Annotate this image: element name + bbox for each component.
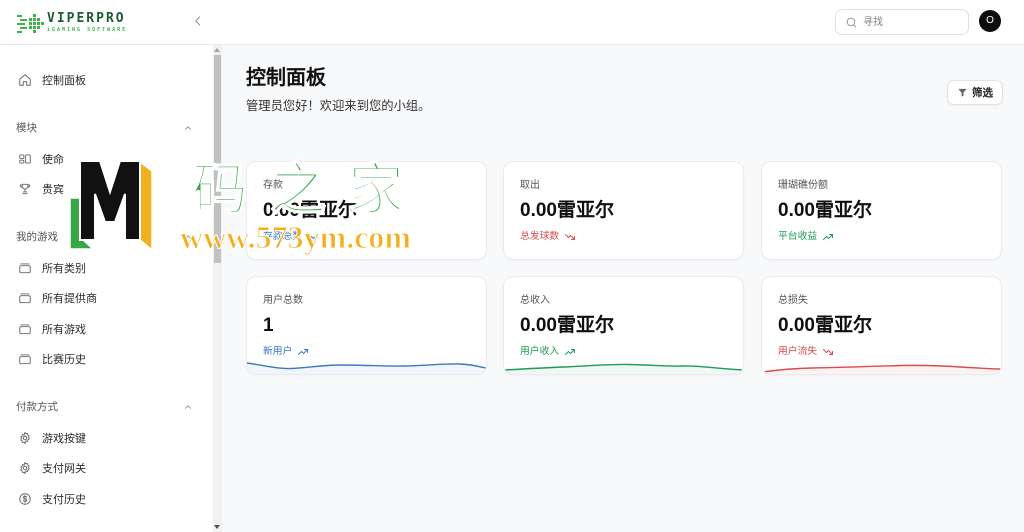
- sidebar-item-payment-gateways[interactable]: 支付网关: [0, 453, 213, 484]
- stat-caption: 总发球数: [520, 230, 576, 244]
- section-title: 付款方式: [16, 401, 58, 413]
- brand-tagline: iGAMING SOFTWARE: [47, 27, 128, 33]
- sidebar-item-payment-history[interactable]: 支付历史: [0, 484, 213, 515]
- stack-icon: [19, 354, 31, 365]
- stack-icon: [19, 293, 31, 304]
- stat-card-total-users: 用户总数 1 新用户: [246, 276, 487, 375]
- chevron-left-icon[interactable]: [191, 14, 205, 28]
- trending-up-icon: [308, 234, 319, 240]
- stat-value: 0.00雷亚尔: [520, 200, 614, 221]
- stack-icon: [19, 324, 31, 334]
- stat-value: 1: [263, 315, 274, 336]
- sidebar-item-label: 所有游戏: [42, 323, 86, 336]
- section-title: 我的游戏: [16, 231, 58, 243]
- sidebar-item-label: 支付网关: [42, 463, 86, 476]
- sidebar-item-label: 所有提供商: [42, 293, 97, 306]
- section-title: 模块: [16, 122, 37, 134]
- sidebar-item-all-providers[interactable]: 所有提供商: [0, 283, 213, 314]
- funnel-icon: [958, 88, 967, 97]
- sidebar-item-all-categories[interactable]: 所有类别: [0, 253, 213, 284]
- stat-caption: 存款总数: [263, 230, 319, 244]
- missions-icon: [19, 154, 31, 164]
- gear-icon: [20, 462, 30, 475]
- gear-icon: [20, 431, 30, 444]
- stat-caption: 平台收益: [778, 230, 834, 244]
- stat-value: 0.00雷亚尔: [778, 200, 872, 221]
- stat-caption-text: 存款总数: [263, 231, 303, 242]
- sidebar-item-missions[interactable]: 使命: [0, 144, 213, 175]
- stat-caption-text: 总发球数: [520, 231, 560, 242]
- sidebar-item-label: 支付历史: [42, 493, 86, 506]
- scroll-down-arrow[interactable]: [214, 525, 220, 529]
- chevron-up-icon[interactable]: [183, 123, 193, 133]
- stat-card-total-loss: 总损失 0.00雷亚尔 用户流失: [761, 276, 1002, 375]
- sidebar-item-game-keys[interactable]: 游戏按键: [0, 423, 213, 454]
- dollar-circle-icon: [19, 493, 31, 505]
- top-bar: VIPERPRO iGAMING SOFTWARE O: [0, 0, 1024, 45]
- stat-card-total-income: 总收入 0.00雷亚尔 用户收入: [503, 276, 744, 375]
- sidebar-item-label: 贵宾: [42, 184, 64, 197]
- stat-label: 取出: [520, 180, 540, 191]
- page-title: 控制面板: [246, 67, 326, 89]
- sidebar-item-label: 所有类别: [42, 262, 86, 275]
- chevron-up-icon[interactable]: [183, 402, 193, 412]
- stat-label: 珊瑚礁份额: [778, 180, 828, 191]
- scroll-thumb[interactable]: [214, 55, 221, 263]
- sidebar-item-match-history[interactable]: 比赛历史: [0, 344, 213, 375]
- stat-value: 0.00雷亚尔: [520, 315, 614, 336]
- sidebar-item-dashboard[interactable]: 控制面板: [0, 65, 213, 96]
- brand-name: VIPERPRO: [47, 11, 126, 26]
- stat-label: 存款: [263, 180, 283, 191]
- home-icon: [19, 74, 31, 86]
- section-header-my-games[interactable]: 我的游戏: [0, 227, 213, 247]
- sparkline: [762, 364, 1001, 374]
- main-content: 控制面板 管理员您好！欢迎来到您的小组。 筛选 存款 0.00雷亚尔 存款总数 …: [222, 45, 1024, 532]
- section-header-modules[interactable]: 模块: [0, 118, 213, 138]
- sidebar-item-label: 比赛历史: [42, 354, 86, 367]
- trending-down-icon: [565, 234, 576, 240]
- stat-value: 0.00雷亚尔: [778, 315, 872, 336]
- stat-value: 0.00雷亚尔: [263, 200, 357, 221]
- stat-label: 总损失: [778, 295, 808, 306]
- page-subtitle: 管理员您好！欢迎来到您的小组。: [246, 99, 431, 113]
- trending-up-icon: [823, 234, 834, 240]
- stat-label: 总收入: [520, 295, 550, 306]
- scroll-up-arrow[interactable]: [214, 48, 220, 52]
- sidebar-item-vip[interactable]: 贵宾: [0, 174, 213, 205]
- search-box[interactable]: [835, 9, 969, 35]
- stat-card-deposits: 存款 0.00雷亚尔 存款总数: [246, 161, 487, 260]
- section-header-payments[interactable]: 付款方式: [0, 397, 213, 417]
- search-input[interactable]: [863, 14, 963, 30]
- sidebar-item-all-games[interactable]: 所有游戏: [0, 314, 213, 345]
- avatar[interactable]: O: [979, 10, 1001, 32]
- trophy-icon: [19, 184, 31, 195]
- sidebar-item-label: 使命: [42, 153, 64, 166]
- sidebar: 控制面板 模块 使命 贵宾 我的游戏 所有类别 所有提供商 所有游戏 比赛历史 …: [0, 45, 213, 532]
- stat-label: 用户总数: [263, 295, 303, 306]
- chevron-up-icon[interactable]: [183, 232, 193, 242]
- search-icon: [846, 17, 857, 28]
- stat-card-revenue-share: 珊瑚礁份额 0.00雷亚尔 平台收益: [761, 161, 1002, 260]
- stat-card-withdrawals: 取出 0.00雷亚尔 总发球数: [503, 161, 744, 260]
- sidebar-item-label: 游戏按键: [42, 432, 86, 445]
- filter-button[interactable]: 筛选: [947, 80, 1003, 105]
- filter-button-label: 筛选: [972, 87, 993, 99]
- stat-caption-text: 平台收益: [778, 231, 818, 242]
- logo[interactable]: VIPERPRO iGAMING SOFTWARE: [16, 11, 132, 35]
- stack-icon: [19, 263, 31, 273]
- sidebar-item-label: 控制面板: [42, 75, 86, 88]
- sidebar-scrollbar[interactable]: [213, 45, 222, 532]
- viper-pixel-logo-icon: [17, 14, 44, 33]
- sparkline: [504, 363, 743, 374]
- sparkline: [247, 362, 486, 374]
